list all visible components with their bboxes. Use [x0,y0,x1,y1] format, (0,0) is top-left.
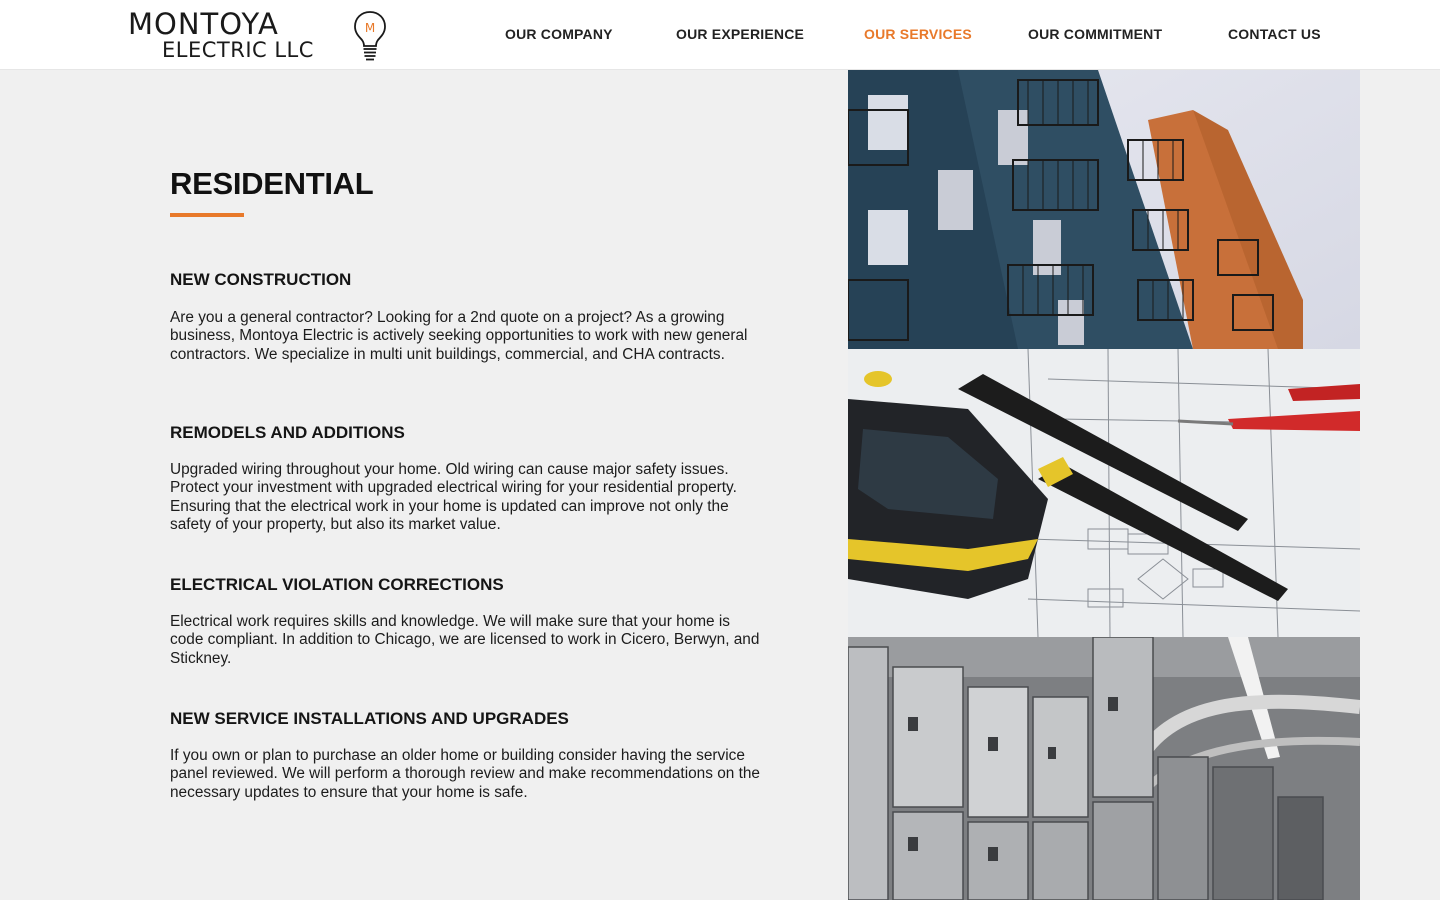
site-logo[interactable]: MONTOYA ELECTRIC LLC M [128,8,390,64]
section-body-service-installations: If you own or plan to purchase an older … [170,747,760,801]
electrical-panels-photo [848,637,1360,900]
section-body-violation-corrections: Electrical work requires skills and know… [170,613,760,667]
logo-wordmark-line1: MONTOYA [128,7,279,41]
title-underline [170,213,244,217]
section-body-new-construction: Are you a general contractor? Looking fo… [170,309,748,363]
bulb-letter: M [365,21,375,35]
section-heading-violation-corrections: ELECTRICAL VIOLATION CORRECTIONS [170,575,504,594]
apartment-building-photo [848,70,1360,349]
lightbulb-icon: M [354,11,386,61]
section-body-remodels: Upgraded wiring throughout your home. Ol… [170,461,737,534]
voltage-tester-photo [848,349,1360,637]
nav-our-company[interactable]: OUR COMPANY [505,26,613,42]
section-heading-service-installations: NEW SERVICE INSTALLATIONS AND UPGRADES [170,709,569,728]
section-heading-remodels: REMODELS AND ADDITIONS [170,423,405,442]
page-title: RESIDENTIAL [170,166,374,201]
logo-wordmark-line2: ELECTRIC LLC [162,38,314,62]
nav-our-commitment[interactable]: OUR COMMITMENT [1028,26,1162,42]
section-heading-new-construction: NEW CONSTRUCTION [170,270,352,289]
site-header: MONTOYA ELECTRIC LLC M OUR COMPANY OUR E… [0,0,1440,70]
nav-contact-us[interactable]: CONTACT US [1228,26,1321,42]
nav-our-experience[interactable]: OUR EXPERIENCE [676,26,804,42]
nav-our-services[interactable]: OUR SERVICES [864,26,972,42]
services-image-column [848,70,1360,900]
